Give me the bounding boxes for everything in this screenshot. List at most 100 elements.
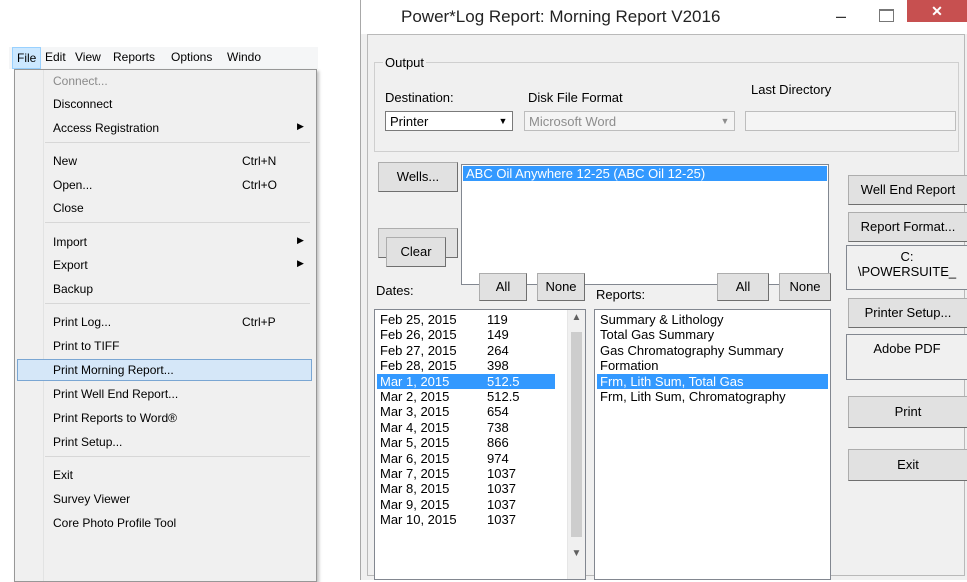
report-row[interactable]: Frm, Lith Sum, Total Gas: [597, 373, 828, 389]
scroll-down-icon[interactable]: ▼: [568, 548, 585, 559]
printer-setup-button[interactable]: Printer Setup...: [848, 298, 967, 328]
reports-all-button[interactable]: All: [717, 273, 769, 301]
date-row[interactable]: Mar 8, 2015 1037: [377, 481, 555, 496]
menu-item-label: Print Log...: [53, 315, 112, 329]
date-row[interactable]: Feb 25, 2015 119: [377, 312, 555, 327]
report-row[interactable]: Total Gas Summary: [597, 327, 828, 342]
date-row[interactable]: Mar 10, 2015 1037: [377, 512, 555, 527]
date-label: Feb 26, 2015: [380, 327, 457, 343]
report-format-button[interactable]: Report Format...: [848, 212, 967, 242]
exit-button[interactable]: Exit: [848, 449, 967, 481]
wells-list[interactable]: ABC Oil Anywhere 12-25 (ABC Oil 12-25): [461, 164, 829, 285]
chevron-down-icon: ▼: [720, 116, 730, 126]
last-directory-label: Last Directory: [751, 82, 832, 97]
menu-item-print-reports-to-word[interactable]: Print Reports to Word®: [17, 407, 312, 429]
print-button[interactable]: Print: [848, 396, 967, 428]
menu-window[interactable]: Windo: [227, 50, 261, 64]
date-label: Mar 1, 2015: [380, 373, 450, 389]
reports-label: Reports:: [596, 287, 646, 302]
report-row[interactable]: Formation: [597, 358, 828, 373]
date-row[interactable]: Mar 9, 2015 1037: [377, 497, 555, 512]
menu-item-import[interactable]: Import ▶: [17, 231, 312, 253]
date-row[interactable]: Mar 2, 2015 512.5: [377, 389, 555, 404]
wells-button[interactable]: Wells...: [378, 162, 458, 192]
report-label: Gas Chromatography Summary: [600, 342, 784, 358]
reports-list[interactable]: Summary & Lithology Total Gas Summary Gas …: [594, 309, 831, 580]
menu-item-new[interactable]: New Ctrl+N: [17, 150, 312, 172]
menu-item-close[interactable]: Close: [17, 197, 312, 219]
menu-item-print-log[interactable]: Print Log... Ctrl+P: [17, 311, 312, 333]
chevron-down-icon[interactable]: ▼: [495, 113, 511, 129]
menu-separator: [45, 303, 310, 304]
well-name: ABC Oil Anywhere 12-25 (ABC Oil 12-25): [466, 166, 706, 181]
list-item[interactable]: ABC Oil Anywhere 12-25 (ABC Oil 12-25): [463, 166, 827, 181]
report-row[interactable]: Frm, Lith Sum, Chromatography: [597, 389, 828, 404]
menu-item-core-photo-profile-tool[interactable]: Core Photo Profile Tool: [17, 512, 312, 534]
menu-item-open[interactable]: Open... Ctrl+O: [17, 174, 312, 196]
minimize-button[interactable]: –: [836, 6, 846, 27]
scroll-thumb[interactable]: [571, 332, 582, 537]
depth-value: 738: [487, 419, 509, 435]
menu-reports[interactable]: Reports: [113, 50, 155, 64]
shortcut-label: Ctrl+O: [242, 178, 278, 192]
scroll-up-icon[interactable]: ▲: [568, 312, 585, 323]
date-row[interactable]: Mar 7, 2015 1037: [377, 466, 555, 481]
date-label: Mar 2, 2015: [380, 389, 450, 404]
date-row[interactable]: Mar 5, 2015 866: [377, 435, 555, 450]
date-row[interactable]: Mar 3, 2015 654: [377, 404, 555, 419]
date-label: Feb 27, 2015: [380, 342, 457, 358]
date-row[interactable]: Feb 26, 2015 149: [377, 327, 555, 342]
date-row[interactable]: Mar 6, 2015 974: [377, 451, 555, 466]
depth-value: 974: [487, 450, 509, 466]
menu-item-print-morning-report[interactable]: Print Morning Report...: [17, 359, 312, 381]
maximize-button[interactable]: [879, 9, 894, 22]
close-button[interactable]: ✕: [907, 0, 967, 22]
menu-item-label: Print Well End Report...: [53, 387, 179, 401]
date-row[interactable]: Mar 4, 2015 738: [377, 420, 555, 435]
dates-all-button[interactable]: All: [479, 273, 527, 301]
menu-item-survey-viewer[interactable]: Survey Viewer: [17, 488, 312, 510]
path-line-1: C:: [900, 249, 914, 264]
date-row[interactable]: Feb 28, 2015 398: [377, 358, 555, 373]
menu-bar: File Edit View Reports Options Windo: [9, 47, 318, 69]
reports-none-button[interactable]: None: [779, 273, 831, 301]
dates-label: Dates:: [376, 283, 414, 298]
menu-item-print-well-end-report[interactable]: Print Well End Report...: [17, 383, 312, 405]
menu-edit[interactable]: Edit: [45, 50, 66, 64]
depth-value: 512.5: [487, 389, 520, 404]
dates-none-button[interactable]: None: [537, 273, 585, 301]
morning-report-dialog: Power*Log Report: Morning Report V2016 –…: [360, 0, 967, 580]
report-row[interactable]: Summary & Lithology: [597, 312, 828, 327]
menu-item-exit[interactable]: Exit: [17, 464, 312, 486]
well-end-report-button[interactable]: Well End Report: [848, 175, 967, 205]
menu-item-label: Print to TIFF: [53, 339, 120, 353]
submenu-arrow-icon: ▶: [297, 258, 304, 268]
date-label: Feb 28, 2015: [380, 358, 457, 374]
date-label: Mar 9, 2015: [380, 496, 450, 512]
menu-item-export[interactable]: Export ▶: [17, 254, 312, 276]
report-label: Summary & Lithology: [600, 312, 724, 327]
menu-item-print-setup[interactable]: Print Setup...: [17, 431, 312, 453]
date-label: Feb 25, 2015: [380, 312, 457, 327]
date-row[interactable]: Mar 1, 2015 512.5: [377, 373, 555, 389]
menu-options[interactable]: Options: [171, 50, 212, 64]
menu-item-label: Import: [53, 235, 88, 249]
menu-item-print-tiff[interactable]: Print to TIFF: [17, 335, 312, 357]
dates-scrollbar[interactable]: ▲ ▼: [567, 310, 585, 579]
menu-item-disconnect[interactable]: Disconnect: [17, 93, 312, 115]
report-label: Frm, Lith Sum, Total Gas: [600, 373, 744, 389]
menu-item-label: Disconnect: [53, 97, 113, 111]
dates-list[interactable]: Feb 25, 2015 119 Feb 26, 2015 149 Feb 27, 20…: [374, 309, 586, 580]
menu-view[interactable]: View: [75, 50, 101, 64]
date-row[interactable]: Feb 27, 2015 264: [377, 343, 555, 358]
menu-item-label: Print Reports to Word®: [53, 411, 177, 425]
depth-value: 398: [487, 358, 509, 374]
menu-file[interactable]: File: [12, 47, 42, 69]
menu-item-backup[interactable]: Backup: [17, 278, 312, 300]
clear-button[interactable]: Clear: [386, 237, 446, 267]
menu-item-label: Open...: [53, 178, 93, 192]
menu-item-access-registration[interactable]: Access Registration ▶: [17, 117, 312, 139]
report-row[interactable]: Gas Chromatography Summary: [597, 343, 828, 358]
destination-select[interactable]: Printer ▼: [385, 111, 513, 131]
depth-value: 1037: [487, 512, 516, 528]
